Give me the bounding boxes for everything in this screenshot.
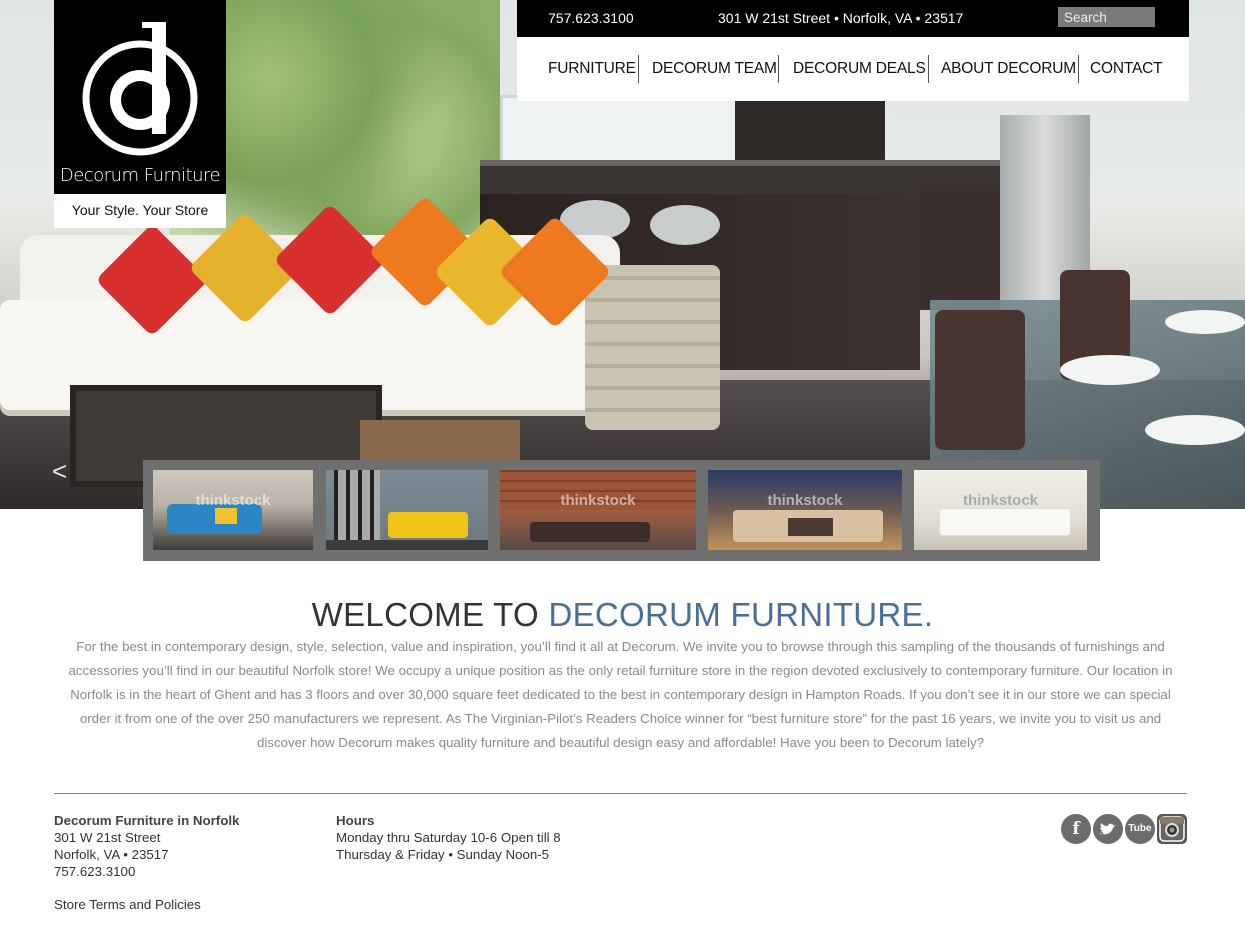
- instagram-icon[interactable]: [1157, 814, 1187, 844]
- welcome-heading-accent: DECORUM FURNITURE.: [548, 596, 934, 633]
- thumbnail-5[interactable]: thinkstock: [914, 470, 1087, 550]
- slider-prev-arrow[interactable]: <: [52, 456, 67, 487]
- nav-furniture[interactable]: FURNITURE: [548, 60, 636, 78]
- header-address: 301 W 21st Street • Norfolk, VA • 23517: [718, 10, 964, 26]
- nav-divider: [638, 55, 639, 83]
- site-logo[interactable]: Decorum Furniture: [54, 0, 226, 194]
- footer-hours-line-2: Thursday & Friday • Sunday Noon-5: [336, 847, 550, 862]
- welcome-paragraph: For the best in contemporary design, sty…: [68, 639, 1173, 750]
- footer-street: 301 W 21st Street: [54, 830, 161, 845]
- header-phone[interactable]: 757.623.3100: [548, 10, 634, 26]
- thumbnail-2[interactable]: [326, 470, 488, 550]
- thumbnail-watermark: thinkstock: [195, 492, 271, 509]
- footer-hours-line-1: Monday thru Saturday 10-6 Open till 8: [336, 830, 561, 845]
- thumbnail-watermark: thinkstock: [560, 492, 636, 509]
- thumbnail-strip: thinkstock thinkstock thinkstock thinkst…: [143, 460, 1100, 561]
- footer-phone[interactable]: 757.623.3100: [54, 863, 135, 880]
- social-links: f Tube: [1061, 814, 1187, 846]
- nav-decorum-deals[interactable]: DECORUM DEALS: [793, 60, 926, 78]
- top-info-bar: 757.623.3100 301 W 21st Street • Norfolk…: [517, 0, 1189, 37]
- facebook-icon[interactable]: f: [1061, 814, 1091, 844]
- thumbnail-watermark: thinkstock: [767, 492, 843, 509]
- nav-divider: [928, 55, 929, 83]
- thumbnail-4[interactable]: thinkstock: [708, 470, 902, 550]
- welcome-heading: WELCOME TO DECORUM FURNITURE.: [0, 596, 1245, 634]
- nav-about-decorum[interactable]: ABOUT DECORUM: [941, 60, 1076, 78]
- brand-name: Decorum Furniture: [59, 165, 221, 186]
- twitter-icon[interactable]: [1093, 814, 1123, 844]
- nav-divider: [778, 55, 779, 83]
- thumbnail-3[interactable]: thinkstock: [500, 470, 696, 550]
- welcome-heading-prefix: WELCOME TO: [311, 596, 549, 633]
- nav-contact[interactable]: CONTACT: [1090, 60, 1163, 78]
- youtube-icon[interactable]: Tube: [1125, 814, 1155, 844]
- nav-divider: [1078, 55, 1079, 83]
- thumbnail-watermark: thinkstock: [962, 492, 1038, 509]
- search-input[interactable]: [1058, 7, 1155, 27]
- footer-hours-heading: Hours: [336, 813, 375, 828]
- footer-policies-link[interactable]: Store Terms and Policies: [54, 896, 201, 913]
- logo-d-mark-icon: [82, 22, 198, 156]
- brand-tagline: Your Style. Your Store: [54, 194, 226, 228]
- main-nav: FURNITURE DECORUM TEAM DECORUM DEALS ABO…: [517, 37, 1189, 101]
- footer-city: Norfolk, VA • 23517: [54, 847, 169, 862]
- nav-decorum-team[interactable]: DECORUM TEAM: [652, 60, 777, 78]
- footer-divider: [54, 793, 1187, 794]
- thumbnail-1[interactable]: thinkstock: [153, 470, 313, 550]
- footer-store-heading: Decorum Furniture in Norfolk: [54, 813, 240, 828]
